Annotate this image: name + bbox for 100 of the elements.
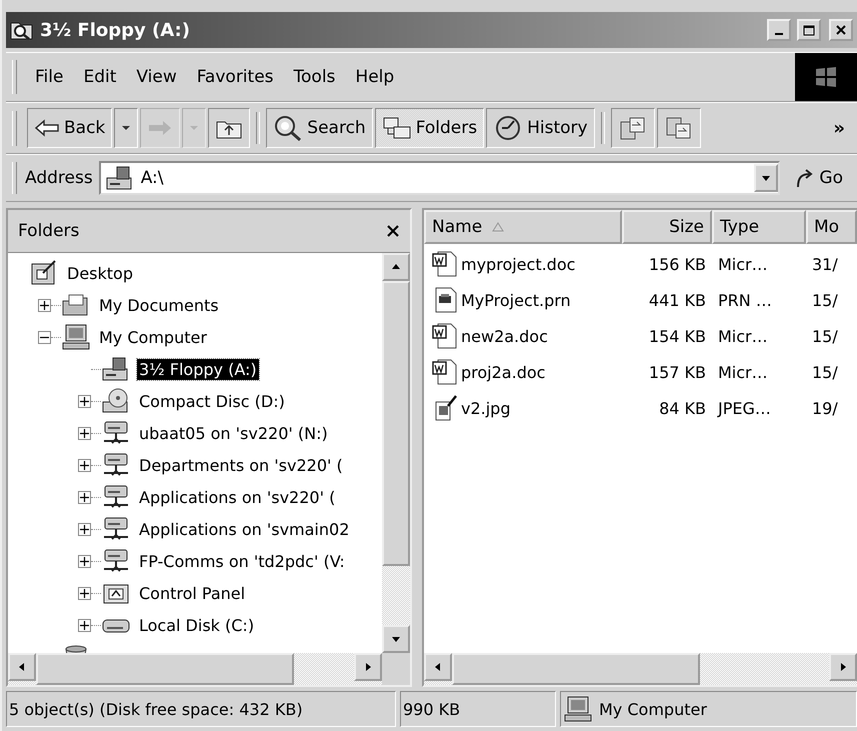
- column-header[interactable]: Mo: [806, 210, 857, 244]
- vertical-scrollbar[interactable]: [382, 253, 410, 653]
- expand-toggle[interactable]: [78, 586, 91, 600]
- date-cell-text: 15/: [811, 326, 839, 346]
- minimize-button[interactable]: [767, 19, 791, 41]
- close-icon[interactable]: [386, 224, 400, 238]
- folders-icon: [382, 115, 412, 141]
- type-cell-text: Micr…: [717, 362, 769, 382]
- plus-icon: [80, 428, 89, 438]
- menu-item[interactable]: View: [126, 63, 187, 91]
- tree-item[interactable]: Compact Disc (D:): [137, 390, 287, 412]
- plus-icon: [80, 588, 89, 598]
- date-cell-text: 15/: [811, 290, 839, 310]
- toolbar-button[interactable]: Back: [27, 108, 112, 148]
- file-row[interactable]: MyProject.prn: [424, 286, 622, 314]
- search-icon: [273, 114, 304, 142]
- menu-item[interactable]: Favorites: [186, 63, 284, 91]
- menu-item[interactable]: File: [25, 63, 74, 91]
- close-button[interactable]: [829, 19, 853, 41]
- status-zone: My Computer: [599, 700, 707, 718]
- word-document-icon: [432, 358, 458, 386]
- copy-button[interactable]: [656, 108, 701, 148]
- word-document-icon: [432, 250, 458, 278]
- tree-item[interactable]: 3½ Floppy (A:): [137, 358, 259, 380]
- menu-item[interactable]: Tools: [284, 63, 346, 91]
- menu-item[interactable]: Help: [345, 63, 404, 91]
- tree-item[interactable]: My Computer: [97, 326, 209, 348]
- minimize-icon: [775, 33, 783, 35]
- tree-item[interactable]: Applications on 'svmain02: [137, 518, 352, 540]
- expand-toggle[interactable]: [38, 298, 51, 312]
- type-cell-text: Micr…: [717, 326, 769, 346]
- tree-item[interactable]: Control Panel: [137, 582, 248, 604]
- plus-icon: [80, 396, 89, 406]
- close-icon: [836, 25, 846, 35]
- tree-item[interactable]: FP-Comms on 'td2pdc' (V:: [137, 550, 347, 572]
- windows-logo-icon: [795, 53, 857, 101]
- sort-arrow-icon: [492, 222, 504, 232]
- computer-icon: [563, 695, 593, 723]
- tree-item[interactable]: My Documents: [97, 294, 221, 316]
- horizontal-scrollbar[interactable]: [424, 653, 857, 685]
- size-cell-text: 441 KB: [648, 290, 707, 310]
- tree-item[interactable]: Desktop: [65, 262, 135, 284]
- date-cell-text: 31/: [811, 254, 839, 274]
- maximize-button[interactable]: [797, 19, 821, 41]
- expand-toggle[interactable]: [78, 458, 91, 472]
- expand-toggle[interactable]: [78, 618, 91, 632]
- plus-icon: [80, 556, 89, 566]
- word-document-icon: [432, 322, 458, 350]
- caret-icon: [761, 173, 772, 183]
- plus-icon: [40, 300, 49, 310]
- expand-toggle[interactable]: [78, 554, 91, 568]
- file-row[interactable]: proj2a.doc: [424, 358, 622, 386]
- caret-icon: [121, 124, 132, 132]
- back-arrow-icon: [34, 119, 60, 137]
- horizontal-scrollbar[interactable]: [8, 653, 410, 685]
- toolbar-button[interactable]: Folders: [374, 108, 484, 148]
- more-chevron[interactable]: »: [833, 118, 845, 138]
- tree-item[interactable]: ubaat05 on 'sv220' (N:): [137, 422, 330, 444]
- tree-item[interactable]: Applications on 'sv220' (: [137, 486, 338, 508]
- down-arrow-icon: [391, 634, 401, 644]
- right-arrow-icon: [838, 662, 848, 672]
- plus-icon: [80, 620, 89, 630]
- expand-toggle[interactable]: [78, 426, 91, 440]
- size-cell-text: 156 KB: [648, 254, 707, 274]
- size-cell-text: 157 KB: [648, 362, 707, 382]
- expand-toggle[interactable]: [78, 490, 91, 504]
- address-field[interactable]: A:\: [98, 161, 780, 195]
- column-header[interactable]: Size: [622, 210, 712, 244]
- maximize-icon: [803, 24, 815, 36]
- plus-icon: [80, 524, 89, 534]
- window-title: 3½ Floppy (A:): [40, 20, 191, 40]
- status-text: 5 object(s) (Disk free space: 432 KB): [6, 691, 396, 727]
- size-cell-text: 84 KB: [658, 398, 707, 418]
- expand-toggle[interactable]: [78, 522, 91, 536]
- file-row[interactable]: v2.jpg: [424, 394, 622, 422]
- up-button[interactable]: [208, 108, 250, 148]
- type-cell-text: JPEG…: [716, 398, 772, 418]
- caret-icon: [189, 124, 200, 132]
- tree-item[interactable]: Local Disk (C:): [137, 614, 256, 636]
- move-button[interactable]: [610, 108, 655, 148]
- expand-toggle[interactable]: [78, 394, 91, 408]
- pane-title: Folders: [18, 221, 80, 241]
- date-cell-text: 19/: [811, 398, 839, 418]
- toolbar-button[interactable]: Search: [266, 108, 373, 148]
- tree-item[interactable]: Departments on 'sv220' (: [137, 454, 345, 476]
- file-row[interactable]: new2a.doc: [424, 322, 622, 350]
- go-button[interactable]: Go: [780, 167, 857, 189]
- date-cell-text: 15/: [811, 362, 839, 382]
- forward-arrow-icon: [147, 119, 174, 137]
- scrollbar-corner: [382, 653, 410, 685]
- up-arrow-icon: [391, 262, 401, 272]
- size-cell-text: 154 KB: [648, 326, 707, 346]
- plus-icon: [80, 460, 89, 470]
- type-cell-text: Micr…: [717, 254, 769, 274]
- collapse-toggle[interactable]: [38, 330, 51, 344]
- column-header[interactable]: Name: [424, 210, 622, 244]
- column-header[interactable]: Type: [712, 210, 806, 244]
- toolbar-button[interactable]: History: [486, 108, 595, 148]
- file-row[interactable]: myproject.doc: [424, 250, 622, 278]
- menu-item[interactable]: Edit: [73, 63, 126, 91]
